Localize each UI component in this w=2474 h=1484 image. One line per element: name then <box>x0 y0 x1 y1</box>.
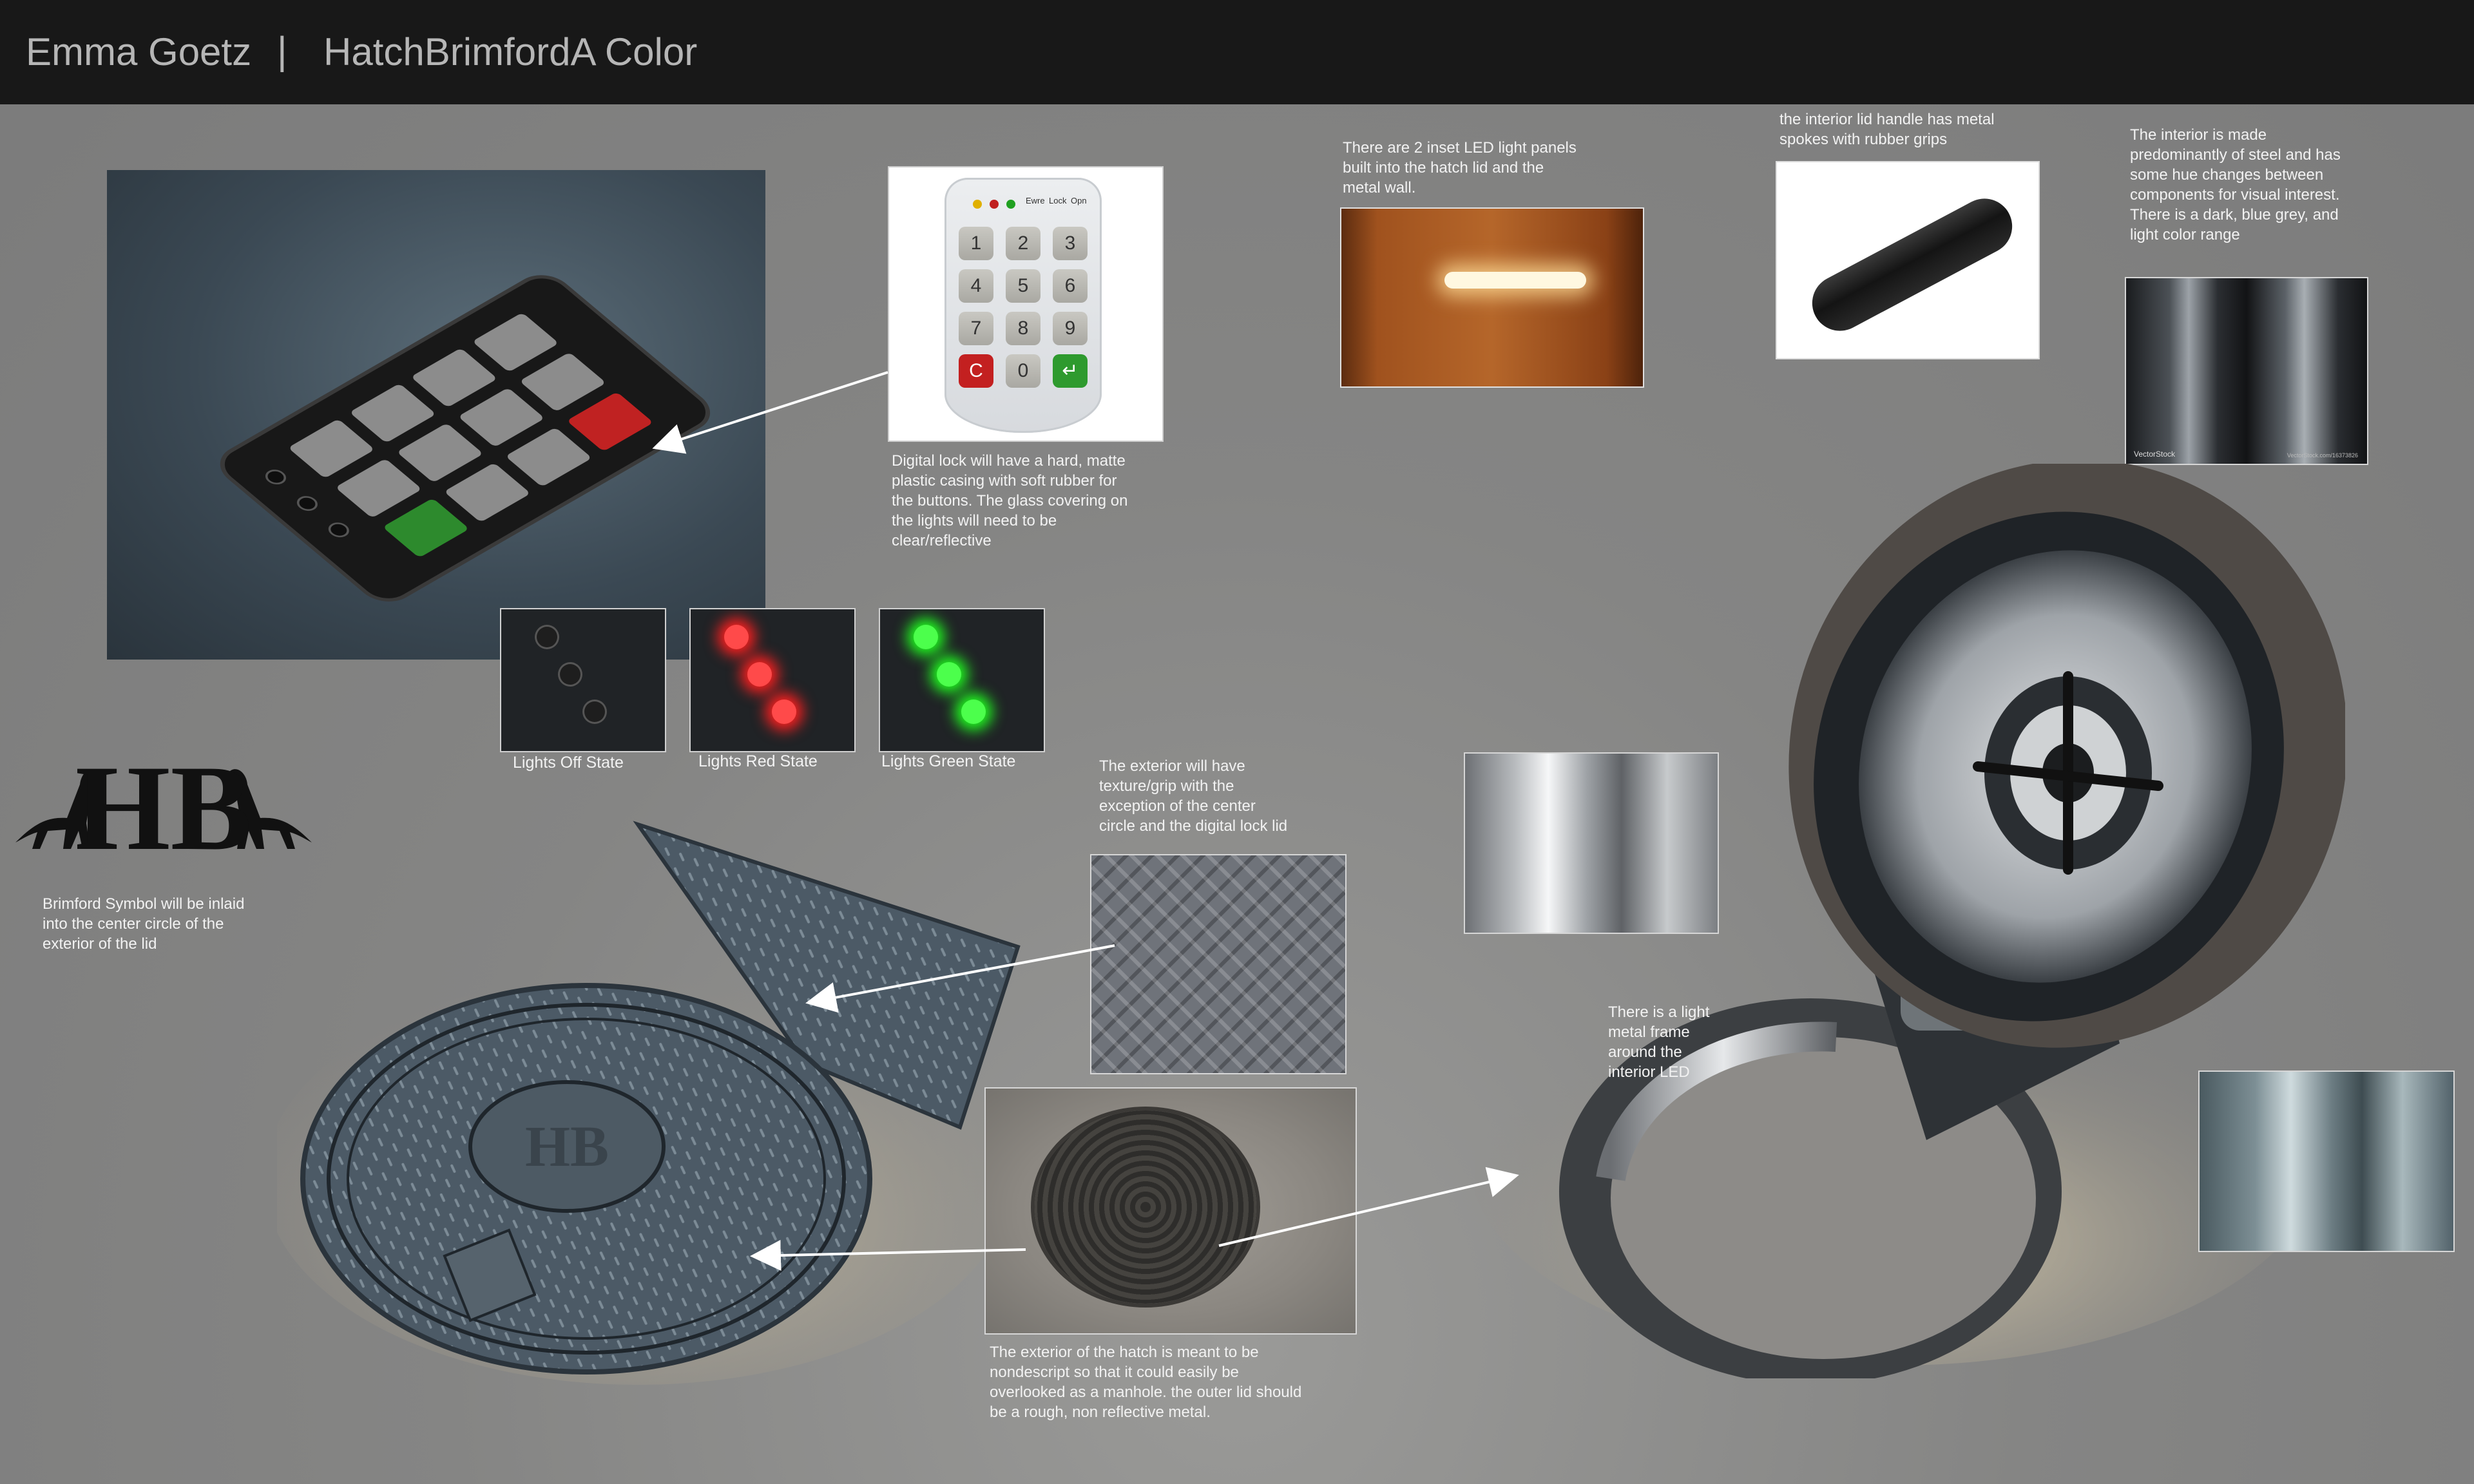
note-lid-handle: the interior lid handle has metal spokes… <box>1779 111 1995 148</box>
diamond-plate-reference-image <box>1090 854 1347 1074</box>
keypad-casing: Ewre Lock Opn 1 2 3 4 5 6 7 8 9 C 0 ↵ <box>945 178 1102 433</box>
note-exterior-texture: The exterior will have texture/grip with… <box>1099 757 1288 835</box>
note-digital-lock: Digital lock will have a hard, matte pla… <box>892 452 1128 549</box>
indicator-led-yellow <box>973 200 982 209</box>
keypad-key: 6 <box>1053 269 1088 303</box>
state-led <box>914 625 938 649</box>
caption-lights-red: Lights Red State <box>698 752 818 770</box>
keypad-render-svg <box>220 275 711 602</box>
state-led <box>558 662 582 687</box>
note-brimford-symbol: Brimford Symbol will be inlaid into the … <box>43 895 245 953</box>
manhole-reference-image <box>984 1087 1357 1335</box>
indicator-label: Opn <box>1071 196 1087 205</box>
led-strip <box>1444 272 1586 289</box>
indicator-label: Ewre <box>1026 196 1045 205</box>
vectorstock-brand: VectorStock <box>2134 450 2176 459</box>
keypad-key: 7 <box>959 312 993 345</box>
logo-text: HB <box>75 746 253 868</box>
keypad-key: 9 <box>1053 312 1088 345</box>
dark-steel-reference-image: VectorStock VectorStock.com/16373826 <box>2125 277 2368 465</box>
sheet-title: HatchBrimfordA Color <box>323 30 698 73</box>
keypad-enter-key: ↵ <box>1053 354 1088 388</box>
keypad-key: 8 <box>1006 312 1040 345</box>
handle-reference-image <box>1776 161 2040 359</box>
indicator-led-red <box>990 200 999 209</box>
lights-off-image <box>500 608 666 752</box>
vectorstock-id: VectorStock.com/16373826 <box>2287 452 2358 459</box>
note-exterior-hatch: The exterior of the hatch is meant to be… <box>990 1344 1302 1421</box>
led-panel-reference-image <box>1340 207 1644 388</box>
light-steel-reference-image <box>1464 752 1719 934</box>
note-led-panels: There are 2 inset LED light panels built… <box>1343 139 1577 196</box>
state-led <box>937 662 961 687</box>
keypad-key: 0 <box>1006 354 1040 388</box>
keypad-key: 5 <box>1006 269 1040 303</box>
title-separator: | <box>277 29 287 72</box>
manhole-cover <box>1035 1110 1256 1304</box>
caption-lights-green: Lights Green State <box>881 752 1016 770</box>
author-name: Emma Goetz <box>26 30 252 73</box>
note-led-frame: There is a light metal frame around the … <box>1608 1004 1710 1081</box>
state-led <box>582 699 607 724</box>
keypad-key: 3 <box>1053 227 1088 260</box>
state-led <box>724 625 749 649</box>
caption-lights-off: Lights Off State <box>513 754 624 772</box>
state-led <box>772 699 796 724</box>
keypad-key: 4 <box>959 269 993 303</box>
rubber-grip-tube <box>1802 189 2022 341</box>
keypad-key: 2 <box>1006 227 1040 260</box>
indicator-led-green <box>1006 200 1015 209</box>
lights-red-image <box>689 608 856 752</box>
state-led <box>535 625 559 649</box>
state-led <box>961 699 986 724</box>
inlaid-logo-text: HB <box>525 1115 609 1179</box>
note-interior-steel: The interior is made predominantly of st… <box>2130 126 2341 243</box>
keypad-reference-image: Ewre Lock Opn 1 2 3 4 5 6 7 8 9 C 0 ↵ <box>888 166 1164 442</box>
closed-hatch-render: HB <box>277 821 1021 1385</box>
header-bar: Emma Goetz | HatchBrimfordA Color <box>0 0 2474 104</box>
lights-green-image <box>879 608 1045 752</box>
state-led <box>747 662 772 687</box>
keypad-cancel-key: C <box>959 354 993 388</box>
keypad-render-image <box>107 170 765 660</box>
blue-steel-reference-image <box>2198 1070 2455 1252</box>
keypad-key: 1 <box>959 227 993 260</box>
indicator-label: Lock <box>1049 196 1067 205</box>
brimford-logo: HB <box>15 746 312 868</box>
